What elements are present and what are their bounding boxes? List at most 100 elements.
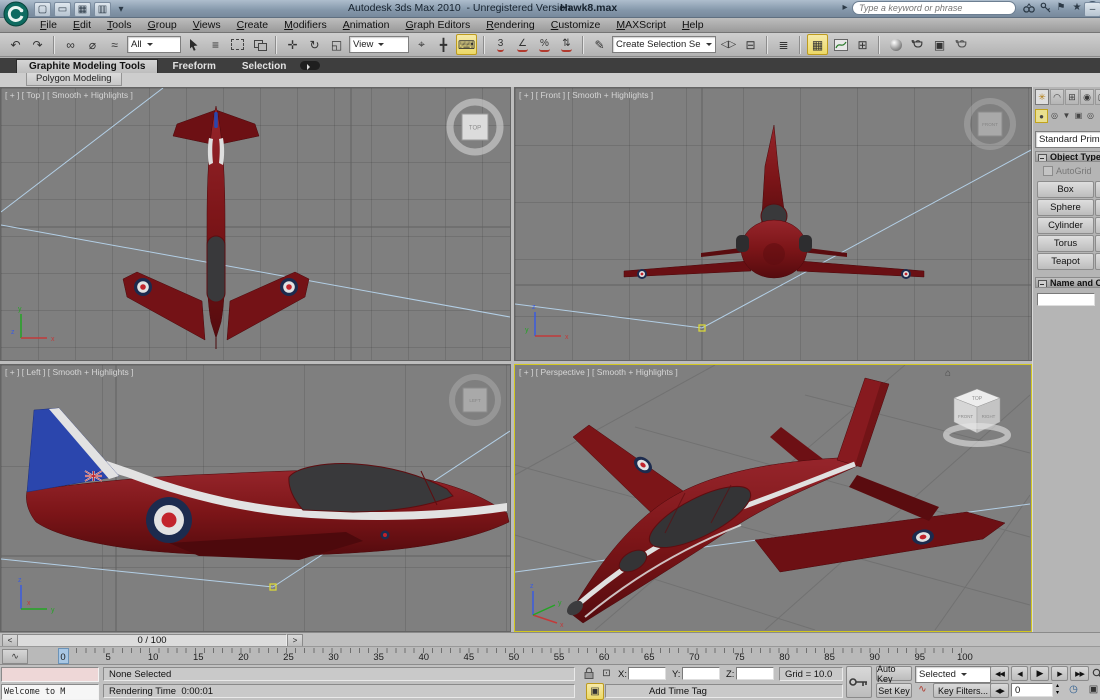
primitive-button[interactable]: Teapot: [1037, 253, 1094, 270]
menu-item[interactable]: Views: [185, 18, 229, 32]
object-type-rollout-header[interactable]: Object Type: [1035, 151, 1100, 162]
menu-item[interactable]: Help: [674, 18, 712, 32]
primitive-button-clipped[interactable]: [1095, 199, 1100, 216]
tab-display[interactable]: ▢: [1095, 89, 1100, 105]
auto-key-button[interactable]: Auto Key: [876, 666, 912, 681]
category-shapes-icon[interactable]: ◎: [1049, 109, 1060, 121]
unlink-selection-icon[interactable]: ⌀: [83, 35, 102, 54]
ribbon-tab[interactable]: Graphite Modeling Tools: [16, 59, 158, 73]
selection-lock-icon[interactable]: [583, 667, 597, 681]
autogrid-checkbox[interactable]: [1043, 166, 1053, 176]
project-folder-button[interactable]: ▥: [94, 2, 111, 17]
search-go-icon[interactable]: ▸: [838, 1, 852, 14]
nav-maximize-viewport-icon[interactable]: ▣: [1086, 682, 1100, 697]
menu-item[interactable]: Rendering: [478, 18, 542, 32]
viewport-top-label[interactable]: [ + ] [ Top ] [ Smooth + Highlights ]: [5, 90, 133, 100]
align-icon[interactable]: ⊟: [741, 35, 760, 54]
render-production-icon[interactable]: [952, 35, 971, 54]
name-color-rollout-header[interactable]: Name and Color: [1035, 277, 1100, 288]
rectangular-selection-region-icon[interactable]: [228, 35, 247, 54]
menu-item[interactable]: Group: [140, 18, 185, 32]
viewcube-left[interactable]: LEFT: [452, 377, 498, 423]
menu-item[interactable]: Modifiers: [276, 18, 335, 32]
redo-button[interactable]: ↷: [28, 35, 47, 54]
menu-item[interactable]: Customize: [543, 18, 609, 32]
schematic-view-icon[interactable]: ⊞: [853, 35, 872, 54]
bind-to-space-warp-icon[interactable]: ≈: [105, 35, 124, 54]
curve-editor-icon[interactable]: [831, 35, 850, 54]
edit-named-selection-sets-icon[interactable]: ✎: [590, 35, 609, 54]
viewport-front[interactable]: [ + ] [ Front ] [ Smooth + Highlights ]: [514, 87, 1032, 361]
add-time-tag-field[interactable]: Add Time Tag: [605, 684, 843, 698]
keyboard-shortcut-override-toggle[interactable]: ⌨: [456, 34, 477, 55]
viewport-left[interactable]: [ + ] [ Left ] [ Smooth + Highlights ]: [0, 364, 511, 632]
ribbon-tab[interactable]: Freeform: [160, 60, 227, 73]
z-coordinate-field[interactable]: [736, 667, 774, 680]
render-setup-icon[interactable]: [908, 35, 927, 54]
use-pivot-point-center-icon[interactable]: ⌖: [412, 35, 431, 54]
key-mode-toggle-button[interactable]: ◀▶: [990, 683, 1009, 698]
3dsmax-logo-icon[interactable]: [3, 1, 29, 27]
percent-snap-toggle-icon[interactable]: %: [535, 35, 554, 54]
time-configuration-icon[interactable]: ◷: [1066, 682, 1081, 697]
angle-snap-toggle-icon[interactable]: ∠: [513, 35, 532, 54]
named-selection-sets-dropdown[interactable]: Create Selection Se: [612, 36, 716, 53]
primitive-button-clipped[interactable]: [1095, 217, 1100, 234]
next-frame-button[interactable]: ▶: [1051, 666, 1068, 681]
ribbon-tab[interactable]: Selection: [230, 60, 298, 73]
category-geometry-icon[interactable]: ●: [1035, 109, 1048, 123]
rendered-frame-window-icon[interactable]: ▣: [930, 35, 949, 54]
current-frame-field[interactable]: 0: [1011, 683, 1053, 697]
nav-zoom-icon[interactable]: [1090, 666, 1100, 681]
primitive-button-clipped[interactable]: [1095, 253, 1100, 270]
viewport-left-label[interactable]: [ + ] [ Left ] [ Smooth + Highlights ]: [5, 367, 134, 377]
menu-item[interactable]: Graph Editors: [397, 18, 478, 32]
ribbon-minimize-icon[interactable]: [300, 61, 320, 70]
select-and-link-icon[interactable]: ∞: [61, 35, 80, 54]
material-editor-icon[interactable]: [886, 35, 905, 54]
primitive-button-clipped[interactable]: [1095, 235, 1100, 252]
previous-frame-button[interactable]: ◀: [1011, 666, 1028, 681]
track-bar[interactable]: ∿ 05101520253035404550556065707580859095…: [0, 646, 1100, 664]
viewport-perspective-label[interactable]: [ + ] [ Perspective ] [ Smooth + Highlig…: [519, 367, 678, 377]
menu-item[interactable]: Edit: [65, 18, 99, 32]
tab-hierarchy[interactable]: ⊞: [1065, 89, 1079, 105]
mini-curve-editor-icon[interactable]: ∿: [2, 649, 28, 664]
select-by-name-icon[interactable]: ≡: [206, 35, 225, 54]
select-and-scale-icon[interactable]: ◱: [327, 35, 346, 54]
select-and-manipulate-icon[interactable]: ╋: [434, 35, 453, 54]
viewport-front-label[interactable]: [ + ] [ Front ] [ Smooth + Highlights ]: [519, 90, 653, 100]
binoculars-icon[interactable]: [1022, 1, 1036, 14]
undo-button[interactable]: ↶: [6, 35, 25, 54]
tab-modify[interactable]: ◠: [1050, 89, 1064, 105]
tab-motion[interactable]: ◉: [1080, 89, 1094, 105]
search-input[interactable]: [852, 1, 1016, 15]
time-slider-track[interactable]: < 0 / 100 >: [0, 632, 1100, 646]
go-to-start-button[interactable]: ◀◀: [990, 666, 1009, 681]
category-lights-icon[interactable]: ▼: [1061, 109, 1072, 121]
communication-flag-icon[interactable]: ⚑: [1054, 1, 1068, 14]
key-mode-dropdown[interactable]: Selected: [915, 666, 991, 683]
graphite-modeling-tools-toggle[interactable]: ▦: [807, 34, 828, 55]
set-key-button[interactable]: Set Key: [876, 683, 912, 698]
tab-create[interactable]: ✳: [1035, 89, 1049, 105]
snaps-toggle-3d-icon[interactable]: 3: [491, 35, 510, 54]
absolute-offset-toggle-icon[interactable]: ⊡: [599, 666, 614, 681]
primitive-button[interactable]: Box: [1037, 181, 1094, 198]
qat-dropdown-icon[interactable]: ▾: [114, 3, 128, 16]
layer-manager-icon[interactable]: ≣: [774, 35, 793, 54]
y-coordinate-field[interactable]: [682, 667, 720, 680]
key-filters-button[interactable]: Key Filters...: [933, 683, 993, 698]
menu-item[interactable]: File: [32, 18, 65, 32]
viewcube-home-icon[interactable]: ⌂: [945, 368, 951, 379]
play-button[interactable]: ▶: [1030, 666, 1049, 681]
window-minimize-button[interactable]: –: [1084, 2, 1100, 17]
frame-spinner[interactable]: ▴ ▾: [1053, 683, 1062, 697]
menu-item[interactable]: Create: [229, 18, 277, 32]
add-time-tag-cube-icon[interactable]: ▣: [586, 683, 604, 700]
primitive-button[interactable]: Sphere: [1037, 199, 1094, 216]
category-cameras-icon[interactable]: ▣: [1073, 109, 1084, 121]
reference-coordinate-dropdown[interactable]: View: [349, 36, 409, 53]
go-to-end-button[interactable]: ▶▶: [1070, 666, 1089, 681]
menu-item[interactable]: Animation: [335, 18, 398, 32]
